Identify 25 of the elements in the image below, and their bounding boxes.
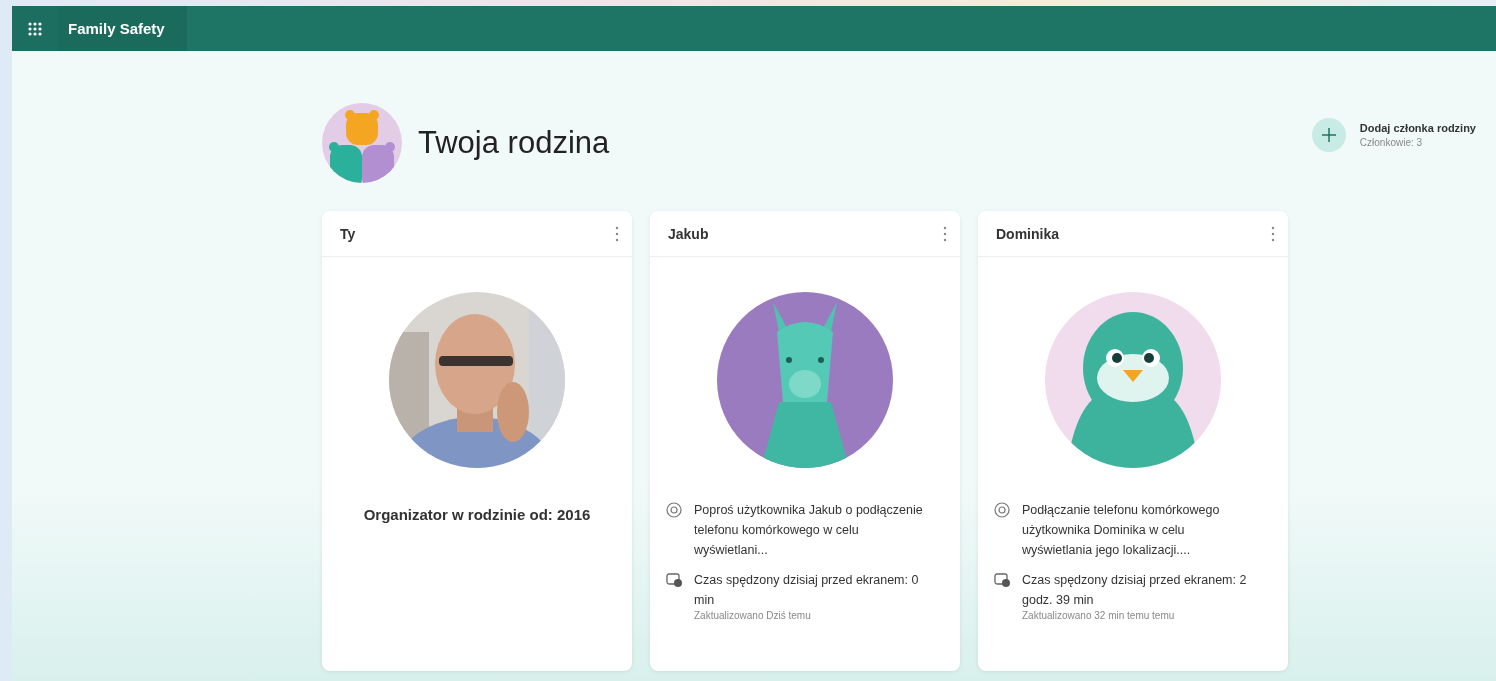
screen-time-icon [666,572,682,588]
member-name: Jakub [668,225,709,242]
page-title: Twoja rodzina [418,125,610,161]
updated-text: Zaktualizowano Dziś temu [694,610,812,621]
family-avatar-icon [322,103,402,183]
screen-time-icon [994,572,1010,588]
more-options-icon[interactable] [1270,224,1276,243]
more-options-icon[interactable] [614,224,620,243]
location-text: Poproś użytkownika Jakub o podłączenie telefonu komórkowego w celu wyświetlani... [694,502,924,559]
plus-icon [1311,118,1346,152]
member-name: Dominika [996,225,1059,242]
app-launcher-icon[interactable] [12,6,58,51]
more-options-icon[interactable] [942,224,948,243]
screen-time-text: Czas spędzony dzisiaj przed ekranem: 2 godz. 39 min [1022,572,1248,609]
penguin-avatar-icon [1045,292,1221,468]
updated-text: Zaktualizowano 32 min temu temu [1022,610,1176,621]
location-icon [666,502,682,518]
screen-time-text: Czas spędzony dzisiaj przed ekranem: 0 min [694,572,920,609]
app-title[interactable]: Family Safety [58,6,187,51]
location-text: Podłączanie telefonu komórkowego użytkownika Dominika w celu wyświetlania jego lokalizacji.... [1022,502,1221,559]
location-icon [994,502,1010,518]
add-member-button[interactable]: Dodaj członka rodziny Członkowie: 3 [1311,118,1476,152]
member-name: Ty [340,225,356,242]
llama-avatar-icon [717,292,893,468]
role-text: Organizator w rodzinie od: 2016 [362,506,592,523]
